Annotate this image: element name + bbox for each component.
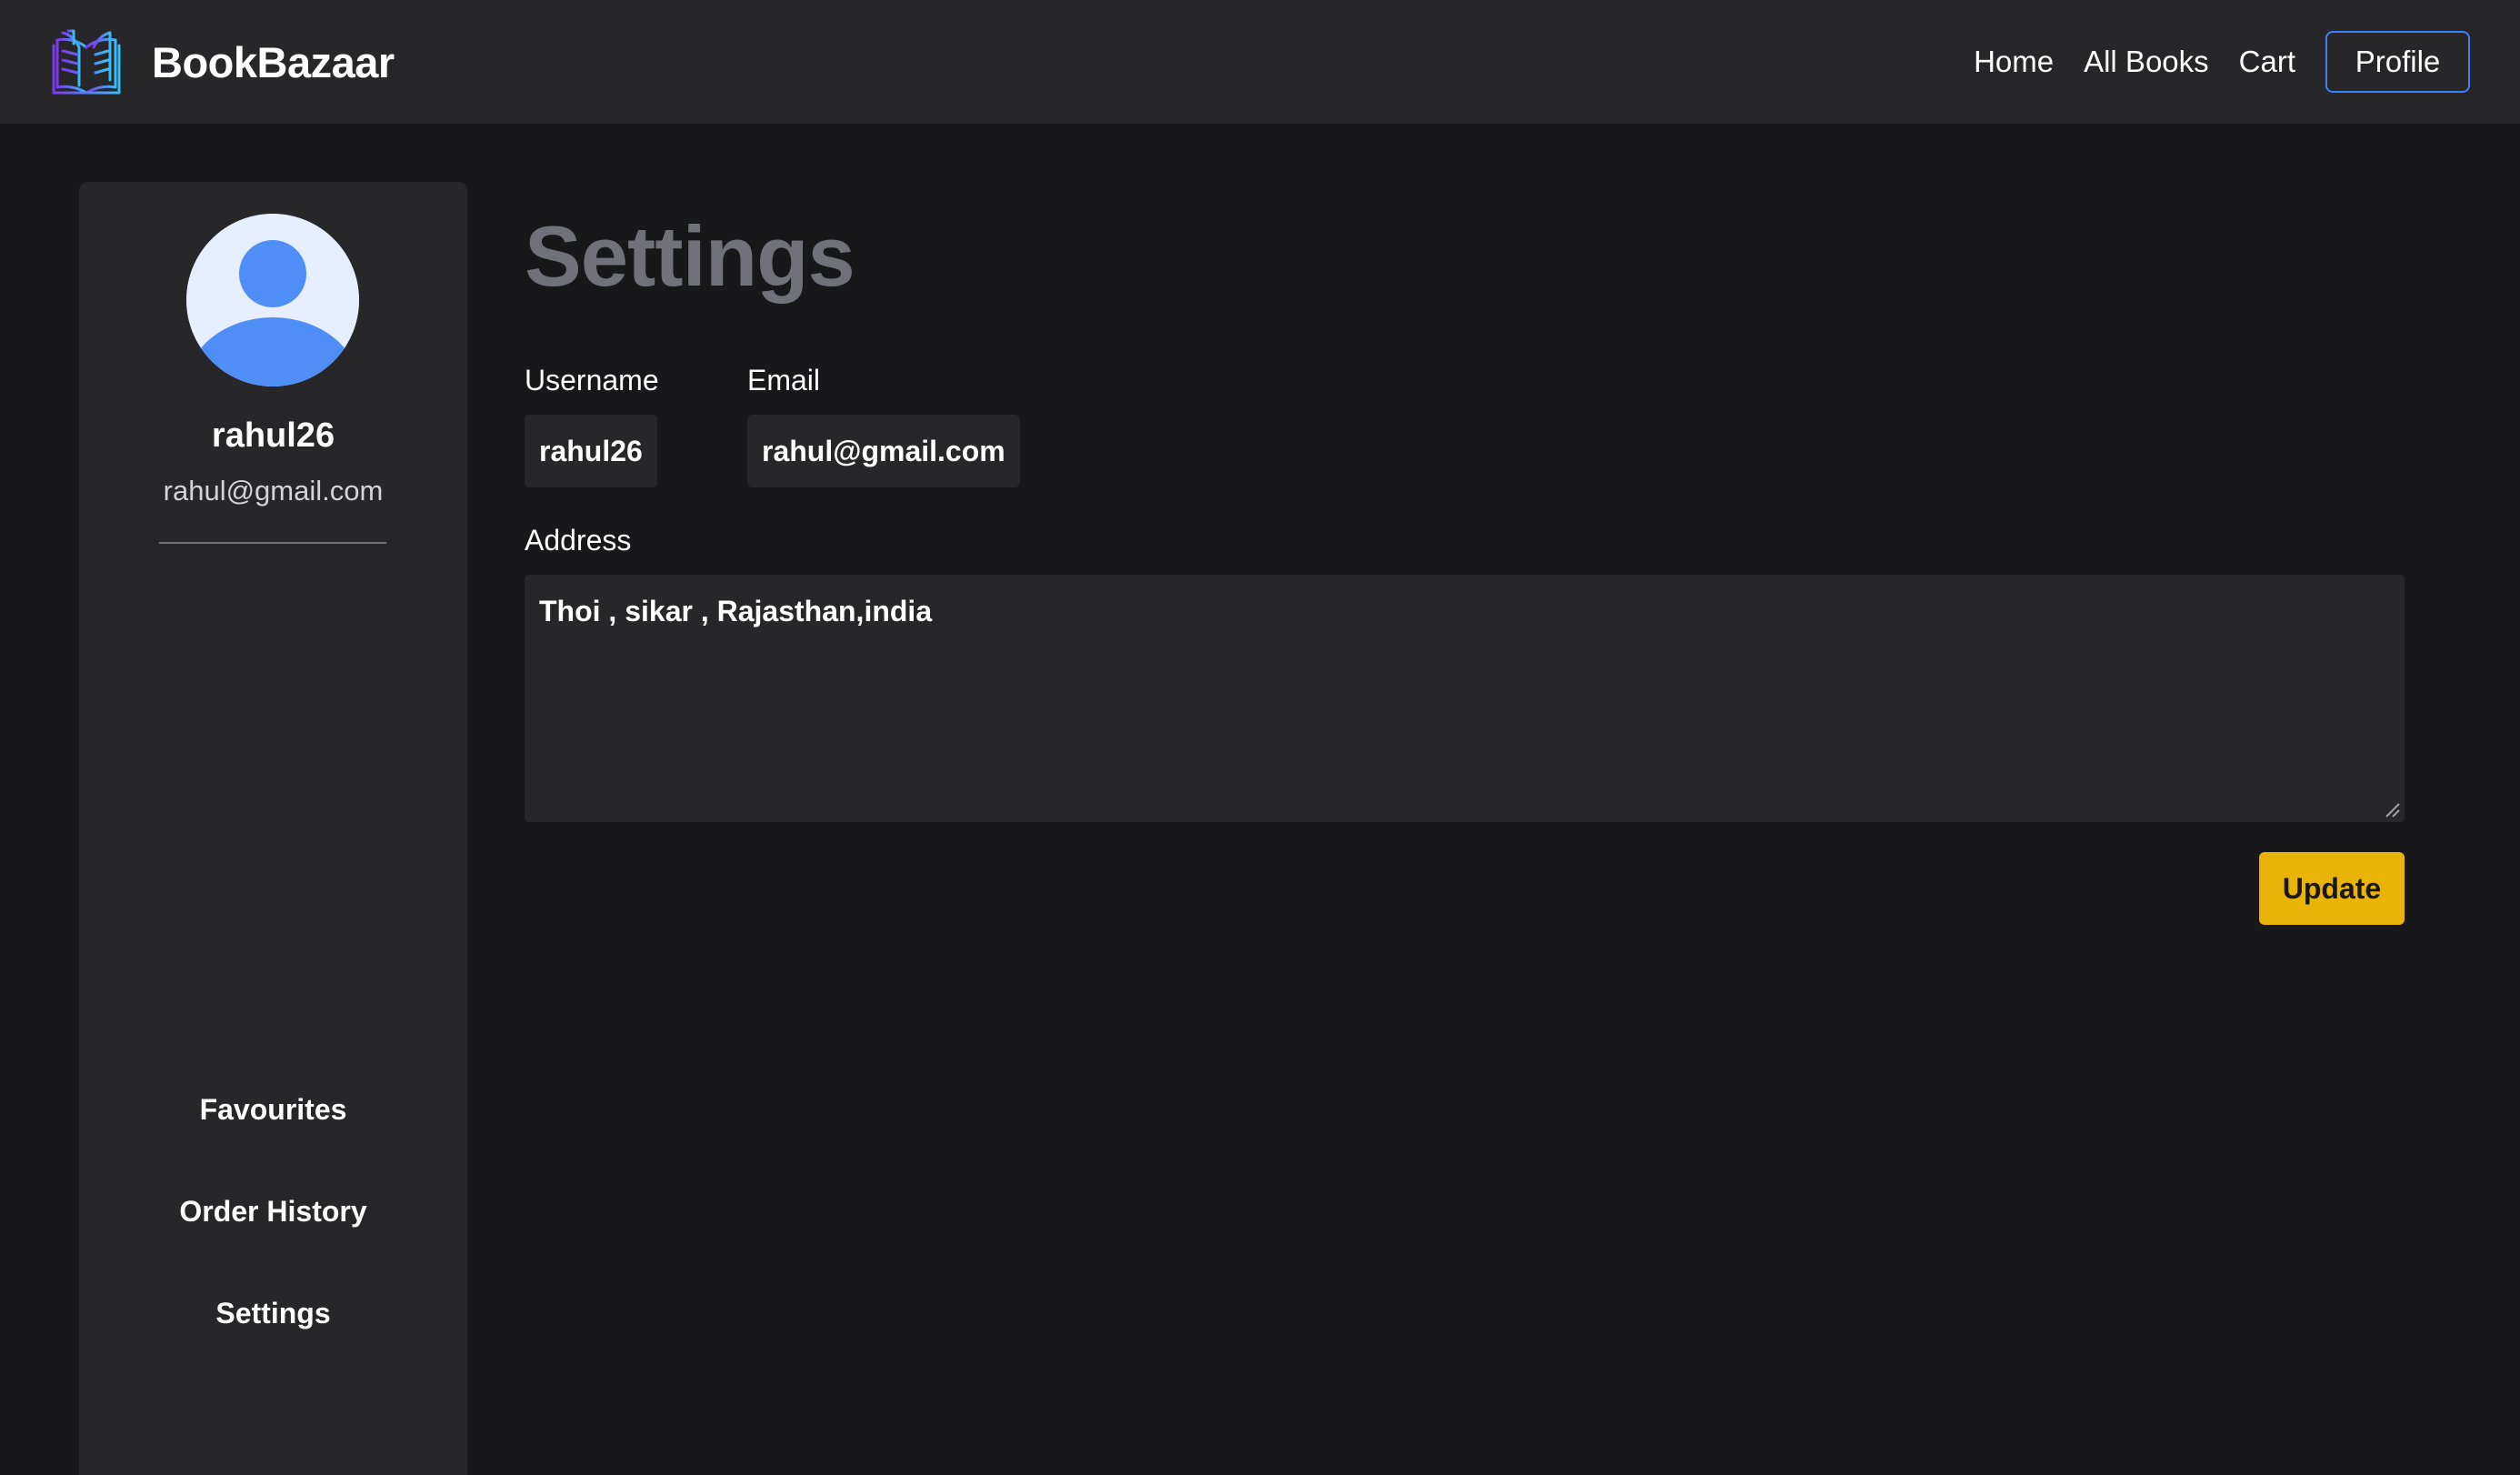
resize-grip-icon[interactable] <box>2381 798 2401 818</box>
brand[interactable]: BookBazaar <box>50 27 395 96</box>
user-avatar-icon <box>186 214 359 386</box>
sidebar-item-favourites[interactable]: Favourites <box>79 1093 467 1127</box>
sidebar-username: rahul26 <box>211 416 335 455</box>
address-textarea[interactable]: Thoi , sikar , Rajasthan,india <box>525 575 2405 822</box>
sidebar-item-settings[interactable]: Settings <box>79 1297 467 1330</box>
username-field: rahul26 <box>525 415 657 487</box>
page-title: Settings <box>525 208 855 304</box>
sidebar-item-order-history[interactable]: Order History <box>79 1195 467 1229</box>
address-label: Address <box>525 524 632 557</box>
email-field: rahul@gmail.com <box>747 415 1020 487</box>
update-button[interactable]: Update <box>2259 852 2405 925</box>
profile-button[interactable]: Profile <box>2325 31 2470 93</box>
sidebar-email: rahul@gmail.com <box>163 475 384 507</box>
sidebar-divider <box>159 542 386 544</box>
open-book-icon <box>52 29 121 95</box>
top-navbar: BookBazaar Home All Books Cart Profile <box>0 0 2520 124</box>
email-label: Email <box>747 364 821 396</box>
username-label: Username <box>525 364 659 396</box>
nav-cart-link[interactable]: Cart <box>2239 45 2295 79</box>
nav-links: Home All Books Cart Profile <box>1974 31 2470 93</box>
profile-sidebar: rahul26 rahul@gmail.com Favourites Order… <box>79 182 467 1475</box>
nav-home-link[interactable]: Home <box>1974 45 2054 79</box>
nav-all-books-link[interactable]: All Books <box>2084 45 2209 79</box>
brand-name: BookBazaar <box>152 37 395 86</box>
address-text: Thoi , sikar , Rajasthan,india <box>539 595 933 627</box>
